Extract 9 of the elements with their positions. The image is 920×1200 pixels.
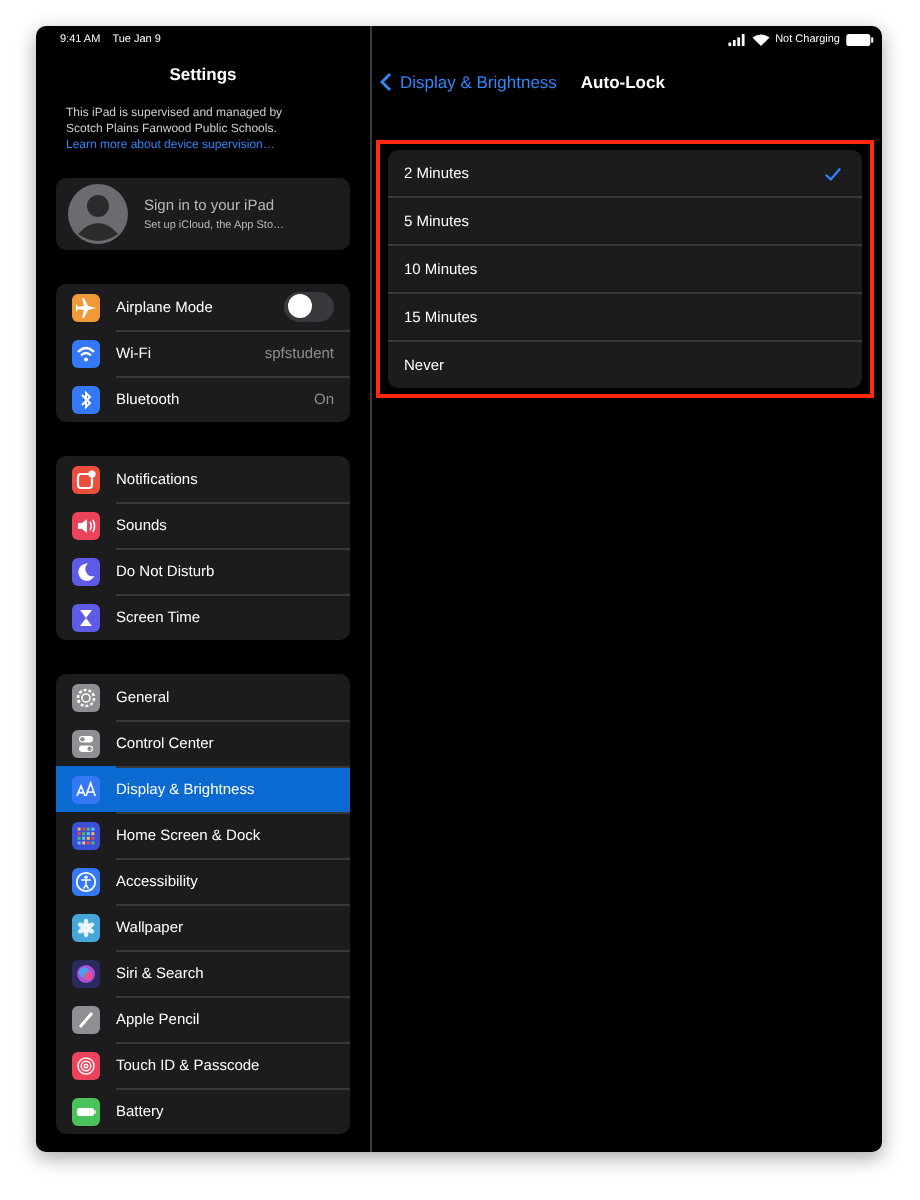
avatar-icon bbox=[68, 184, 128, 244]
signal-icon bbox=[727, 33, 746, 45]
battery-icon bbox=[846, 33, 874, 45]
chevron-left-icon bbox=[380, 72, 392, 92]
airplane-toggle[interactable] bbox=[284, 291, 334, 321]
wifi-icon bbox=[751, 33, 770, 45]
back-button[interactable]: Display & Brightness bbox=[380, 72, 557, 92]
sidebar-title: Settings bbox=[167, 62, 239, 88]
page-title: Auto-Lock bbox=[580, 72, 665, 92]
